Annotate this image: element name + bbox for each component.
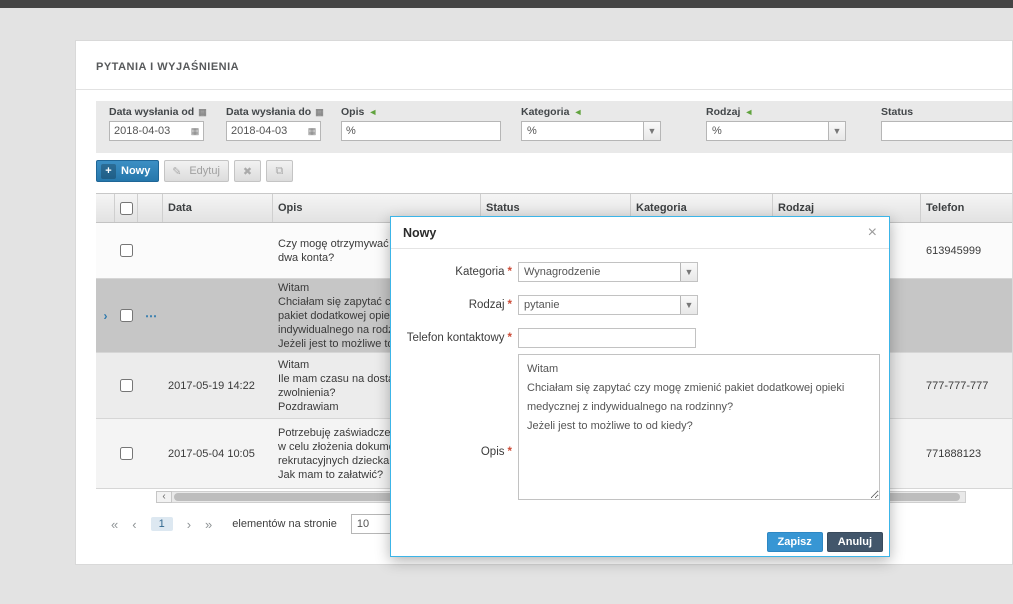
telefon-field <box>518 328 696 348</box>
first-page-button[interactable]: « <box>111 517 118 532</box>
chevron-down-icon[interactable]: ▼ <box>680 263 697 281</box>
export-button[interactable]: ⧉ <box>265 160 293 182</box>
dialog-title: Nowy <box>403 225 437 240</box>
row-checkbox[interactable] <box>120 447 133 460</box>
checkbox-column-header <box>115 194 138 222</box>
date-to-input[interactable] <box>227 122 304 140</box>
opis-filter-field <box>341 121 501 141</box>
next-page-button[interactable]: › <box>187 517 191 532</box>
filter-date-to-label: Data wysłania do <box>226 106 312 118</box>
rodzaj-label: Rodzaj * <box>468 299 512 311</box>
actions-column-header <box>138 194 163 222</box>
status-filter-field <box>881 121 1012 141</box>
telefon-label: Telefon kontaktowy * <box>406 332 512 344</box>
page-root: PYTANIA I WYJAŚNIENIA Data wysłania od ▦ … <box>0 0 1013 604</box>
scroll-left-button[interactable]: ‹ <box>156 491 172 503</box>
date-from-field: ▦ <box>109 121 204 141</box>
save-button[interactable]: Zapisz <box>766 532 823 552</box>
toolbar: + Nowy ✎ Edytuj ✖ ⧉ <box>96 159 293 183</box>
match-mode-icon[interactable]: ◄ <box>744 107 753 117</box>
new-button-label: Nowy <box>121 165 151 177</box>
edit-button-label: Edytuj <box>189 165 220 177</box>
title-divider <box>76 89 1012 90</box>
top-bar <box>0 0 1013 8</box>
cell-telefon: 777-777-777 <box>926 379 989 392</box>
close-icon[interactable]: × <box>868 224 877 241</box>
column-header-data[interactable]: Data <box>163 194 273 222</box>
filter-status-label: Status <box>881 106 914 118</box>
selected-value: pytanie <box>524 299 560 311</box>
rodzaj-filter-select[interactable]: % ▼ <box>706 121 846 141</box>
dialog-footer: Zapisz Anuluj <box>766 532 883 552</box>
filter-rodzaj-label: Rodzaj <box>706 106 741 118</box>
cell-telefon: 613945999 <box>926 244 982 257</box>
delete-button[interactable]: ✖ <box>233 160 261 182</box>
required-marker: * <box>507 266 512 278</box>
last-page-button[interactable]: » <box>205 517 212 532</box>
selected-value: Wynagrodzenie <box>524 266 601 278</box>
row-checkbox[interactable] <box>120 379 133 392</box>
filter-date-from-label: Data wysłania od <box>109 106 195 118</box>
kategoria-label: Kategoria * <box>455 266 512 278</box>
required-marker: * <box>507 332 512 344</box>
pencil-icon: ✎ <box>172 165 182 178</box>
opis-filter-input[interactable] <box>342 122 500 140</box>
match-mode-icon[interactable]: ◄ <box>368 107 377 117</box>
cell-date: 2017-05-04 10:05 <box>168 447 255 460</box>
new-question-dialog: Nowy × Kategoria * Wynagrodzenie ▼ Rodzaj… <box>390 216 890 557</box>
calendar-clock-icon: ▦ <box>198 107 207 117</box>
required-marker: * <box>507 446 512 458</box>
new-button[interactable]: + Nowy <box>96 160 160 182</box>
selected-value: % <box>712 125 722 137</box>
cell-date: 2017-05-19 14:22 <box>168 379 255 392</box>
chevron-down-icon[interactable]: ▼ <box>643 122 660 140</box>
cancel-button[interactable]: Anuluj <box>826 532 883 552</box>
kategoria-select[interactable]: Wynagrodzenie ▼ <box>518 262 698 282</box>
chevron-down-icon[interactable]: ▼ <box>680 296 697 314</box>
status-filter-input[interactable] <box>882 122 1012 140</box>
filter-bar: Data wysłania od▦ ▦ Data wysłania do▦ ▦ … <box>96 101 1012 153</box>
calendar-icon[interactable]: ▦ <box>187 122 203 140</box>
delete-icon: ✖ <box>242 165 253 178</box>
expand-row-icon[interactable]: › <box>104 309 108 323</box>
filter-kategoria-label: Kategoria <box>521 106 570 118</box>
calendar-icon[interactable]: ▦ <box>304 122 320 140</box>
opis-label: Opis * <box>480 446 512 458</box>
current-page[interactable]: 1 <box>150 517 173 531</box>
row-checkbox[interactable] <box>120 244 133 257</box>
date-from-input[interactable] <box>110 122 187 140</box>
dialog-header: Nowy × <box>391 217 889 249</box>
per-page-label: elementów na stronie <box>232 518 337 530</box>
cell-date <box>163 279 273 352</box>
cell-telefon: 771888123 <box>926 447 982 460</box>
opis-textarea[interactable]: Witam Chciałam się zapytać czy mogę zmie… <box>518 354 880 500</box>
prev-page-button[interactable]: ‹ <box>132 517 136 532</box>
per-page-value: 10 <box>356 518 370 530</box>
row-more-icon[interactable]: ⋯ <box>145 309 157 323</box>
row-checkbox[interactable] <box>120 309 133 322</box>
edit-button[interactable]: ✎ Edytuj <box>164 160 229 182</box>
per-page-select[interactable]: 10 <box>350 514 391 534</box>
filter-opis-label: Opis <box>341 106 365 118</box>
copy-icon: ⧉ <box>275 164 284 177</box>
plus-icon: + <box>101 163 116 179</box>
expander-column-header <box>96 194 115 222</box>
select-all-checkbox[interactable] <box>119 201 133 215</box>
page-title: PYTANIA I WYJAŚNIENIA <box>96 61 240 73</box>
date-to-field: ▦ <box>226 121 321 141</box>
telefon-input[interactable] <box>519 329 695 347</box>
calendar-clock-icon: ▦ <box>315 107 324 117</box>
cell-telefon <box>921 279 1012 352</box>
cell-date <box>163 223 273 278</box>
paginator: « ‹ 1 › » elementów na stronie 10 <box>111 513 391 535</box>
chevron-down-icon[interactable]: ▼ <box>828 122 845 140</box>
rodzaj-select[interactable]: pytanie ▼ <box>518 295 698 315</box>
kategoria-filter-select[interactable]: % ▼ <box>521 121 661 141</box>
match-mode-icon[interactable]: ◄ <box>573 107 582 117</box>
required-marker: * <box>507 299 512 311</box>
selected-value: % <box>527 125 537 137</box>
column-header-telefon[interactable]: Telefon <box>921 194 1012 222</box>
